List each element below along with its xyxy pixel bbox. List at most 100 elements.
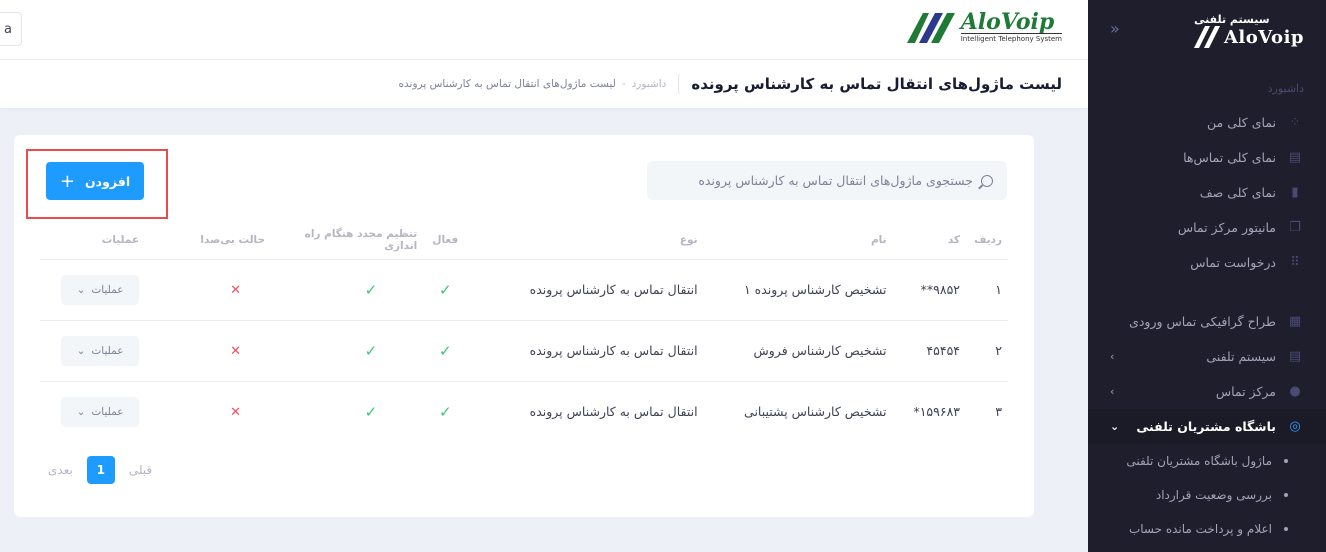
sidebar-brand[interactable]: سیستم تلفنی AloVoip bbox=[1088, 0, 1326, 60]
sidebar: سیستم تلفنی AloVoip « داشبورد ⁘ نمای کلی… bbox=[1088, 0, 1326, 552]
header-brand-tagline: Intelligent Telephony System bbox=[960, 33, 1062, 43]
calls-icon: ▤ bbox=[1288, 150, 1302, 165]
sidebar-subitem-balance-payment[interactable]: اعلام و پرداخت مانده حساب bbox=[1088, 512, 1326, 546]
breadcrumb: داشبورد - لیست ماژول‌های انتقال تماس به … bbox=[399, 78, 667, 90]
col-mute[interactable]: حالت بی‌صدا bbox=[145, 221, 272, 260]
sidebar-item-contact-center-monitor[interactable]: ❐ مانیتور مرکز تماس bbox=[1088, 210, 1326, 245]
sidebar-brand-name: AloVoip bbox=[1223, 26, 1304, 48]
table-row: ۱ ۹۸۵۲** تشخیص کارشناس پرونده ۱ انتقال ت… bbox=[40, 259, 1008, 321]
pagination-next[interactable]: بعدی bbox=[48, 463, 73, 477]
check-icon: ✓ bbox=[364, 341, 378, 360]
cell-type: انتقال تماس به کارشناس پرونده bbox=[467, 320, 704, 382]
pagination-prev[interactable]: قبلی bbox=[129, 463, 152, 477]
sidebar-item-phone-system[interactable]: ▤ سیستم تلفنی › bbox=[1088, 339, 1326, 374]
col-reset[interactable]: تنظیم مجدد هنگام راه اندازی bbox=[271, 221, 424, 260]
pagination: بعدی 1 قبلی bbox=[48, 456, 152, 484]
sidebar-item-label: طراح گرافیکی تماس ورودی bbox=[1129, 314, 1276, 329]
sidebar-item-calls-overview[interactable]: ▤ نمای کلی تماس‌ها bbox=[1088, 140, 1326, 175]
operations-label: عملیات bbox=[91, 283, 124, 296]
search-input[interactable]: جستجوی ماژول‌های انتقال تماس به کارشناس … bbox=[647, 161, 1007, 200]
col-row[interactable]: ردیف bbox=[966, 221, 1008, 260]
cross-icon: ✕ bbox=[230, 404, 242, 420]
cell-code: ۹۸۵۲** bbox=[892, 259, 967, 321]
header-brand-name: AloVoip bbox=[960, 9, 1055, 35]
breadcrumb-separator: - bbox=[621, 78, 626, 90]
plus-icon: + bbox=[59, 170, 75, 192]
subheader-divider bbox=[678, 74, 680, 94]
cell-name: تشخیص کارشناس پشتیبانی bbox=[744, 404, 887, 420]
cell-row: ۲ bbox=[966, 320, 1008, 382]
sidebar-subitem-label: ماژول باشگاه مشتریان تلفنی bbox=[1126, 454, 1272, 468]
cell-row: ۱ bbox=[966, 259, 1008, 321]
sidebar-item-label: نمای کلی صف bbox=[1199, 185, 1276, 200]
sidebar-subitem-contract-status[interactable]: بررسی وضعیت قرارداد bbox=[1088, 478, 1326, 512]
search-placeholder: جستجوی ماژول‌های انتقال تماس به کارشناس … bbox=[698, 173, 973, 188]
cell-type: انتقال تماس به کارشناس پرونده bbox=[529, 404, 698, 420]
sidebar-item-label: مرکز تماس bbox=[1215, 384, 1276, 399]
col-active[interactable]: فعال bbox=[423, 221, 468, 260]
sidebar-section-title: داشبورد bbox=[1267, 82, 1304, 95]
agent-icon: ● bbox=[1289, 384, 1301, 399]
operations-dropdown[interactable]: عملیات ⌄ bbox=[61, 335, 140, 366]
pagination-page-current[interactable]: 1 bbox=[86, 456, 115, 484]
col-ops: عملیات bbox=[40, 221, 146, 260]
phone-system-icon: ▤ bbox=[1288, 349, 1302, 364]
sidebar-item-my-overview[interactable]: ⁘ نمای کلی من bbox=[1088, 105, 1326, 140]
chevron-down-icon: ⌄ bbox=[76, 405, 86, 418]
operations-dropdown[interactable]: عملیات ⌄ bbox=[61, 274, 140, 305]
sidebar-toggle-icon[interactable]: « bbox=[1110, 19, 1120, 38]
search-icon bbox=[981, 174, 993, 187]
chevron-down-icon: ⌄ bbox=[76, 344, 86, 357]
bullet-icon bbox=[1284, 459, 1288, 463]
operations-dropdown[interactable]: عملیات ⌄ bbox=[61, 396, 140, 427]
cell-code: ۱۵۹۶۸۳* bbox=[913, 404, 961, 420]
sidebar-item-label: نمای کلی من bbox=[1207, 115, 1276, 130]
sidebar-item-contact-center[interactable]: ● مرکز تماس › bbox=[1088, 374, 1326, 409]
sidebar-item-label: نمای کلی تماس‌ها bbox=[1183, 150, 1276, 165]
cell-code: ۴۵۴۵۴ bbox=[892, 320, 967, 382]
chevron-down-icon: ⌄ bbox=[76, 283, 86, 296]
table-row: ۲ ۴۵۴۵۴ تشخیص کارشناس فروش انتقال تماس ب… bbox=[40, 320, 1008, 382]
cell-name: تشخیص کارشناس فروش bbox=[703, 320, 893, 382]
alovoip-logo-icon bbox=[905, 9, 957, 45]
operations-label: عملیات bbox=[91, 405, 124, 418]
sidebar-brand-subtitle: سیستم تلفنی bbox=[1193, 12, 1270, 26]
breadcrumb-home[interactable]: داشبورد bbox=[632, 78, 667, 90]
table-row: ۳ ۱۵۹۶۸۳* تشخیص کارشناس پشتیبانی انتقال … bbox=[40, 381, 1008, 442]
check-icon: ✓ bbox=[439, 341, 452, 360]
operations-label: عملیات bbox=[91, 344, 124, 357]
sidebar-subitem-label: بررسی وضعیت قرارداد bbox=[1155, 488, 1272, 502]
modules-table: ردیف کد نام نوع فعال تنظیم مجدد هنگام را… bbox=[40, 221, 1008, 442]
col-type[interactable]: نوع bbox=[467, 221, 704, 260]
subheader: لیست ماژول‌های انتقال تماس به کارشناس پر… bbox=[0, 60, 1088, 108]
col-name[interactable]: نام bbox=[703, 221, 893, 260]
content-card: جستجوی ماژول‌های انتقال تماس به کارشناس … bbox=[14, 135, 1034, 517]
designer-icon: ▦ bbox=[1288, 314, 1302, 329]
add-label: افزودن bbox=[85, 173, 131, 189]
sidebar-item-customer-club[interactable]: ◎ باشگاه مشتریان تلفنی ⌄ bbox=[1088, 409, 1326, 444]
check-icon: ✓ bbox=[439, 402, 452, 421]
check-icon: ✓ bbox=[364, 402, 378, 421]
sidebar-item-label: سیستم تلفنی bbox=[1206, 349, 1276, 364]
user-menu-button[interactable]: a bbox=[0, 12, 22, 46]
sidebar-logo-icon bbox=[1193, 25, 1224, 48]
check-icon: ✓ bbox=[364, 280, 378, 299]
monitor-icon: ❐ bbox=[1289, 220, 1301, 235]
sidebar-item-label: باشگاه مشتریان تلفنی bbox=[1136, 419, 1276, 434]
col-code[interactable]: کد bbox=[892, 221, 967, 260]
sidebar-subitem-club-module[interactable]: ماژول باشگاه مشتریان تلفنی bbox=[1088, 444, 1326, 478]
cross-icon: ✕ bbox=[230, 343, 242, 359]
bullet-icon bbox=[1284, 493, 1288, 497]
header-logo[interactable]: AloVoip Intelligent Telephony System bbox=[905, 9, 1062, 45]
sidebar-item-call-request[interactable]: ⠿ درخواست تماس bbox=[1088, 245, 1326, 280]
cell-row: ۳ bbox=[995, 404, 1002, 420]
sidebar-subitem-label: اعلام و پرداخت مانده حساب bbox=[1128, 522, 1272, 536]
page-title: لیست ماژول‌های انتقال تماس به کارشناس پر… bbox=[691, 75, 1062, 93]
sidebar-item-queue-overview[interactable]: ▮ نمای کلی صف bbox=[1088, 175, 1326, 210]
breadcrumb-current: لیست ماژول‌های انتقال تماس به کارشناس پر… bbox=[398, 78, 616, 90]
check-icon: ✓ bbox=[439, 280, 452, 299]
cell-name: تشخیص کارشناس پرونده ۱ bbox=[703, 259, 893, 321]
dashboard-icon: ⁘ bbox=[1289, 115, 1301, 130]
sidebar-item-ivr-designer[interactable]: ▦ طراح گرافیکی تماس ورودی bbox=[1088, 304, 1326, 339]
add-button[interactable]: افزودن + bbox=[46, 162, 144, 200]
